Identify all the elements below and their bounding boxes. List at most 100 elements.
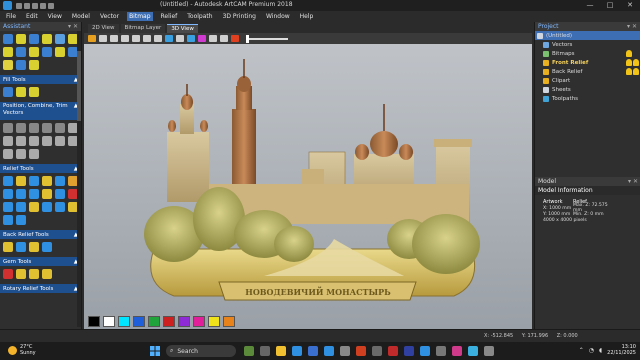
offset-vector-icon[interactable] [29, 47, 39, 57]
windows-start-icon[interactable] [150, 346, 160, 356]
save-icon[interactable] [32, 2, 38, 9]
node-edit-icon[interactable] [42, 47, 52, 57]
weld-icon[interactable] [29, 136, 39, 146]
assistant-scrollbar[interactable] [77, 31, 81, 327]
gem-tools-section[interactable]: Gem Tools ▲ [0, 257, 81, 266]
material-icon[interactable] [220, 35, 228, 42]
two-rail-sweep-icon[interactable] [55, 176, 65, 186]
weave-fill-icon[interactable] [29, 87, 39, 97]
panel-pin-icon[interactable]: ▾ ✕ [628, 178, 638, 185]
back-relief-icon[interactable] [3, 242, 13, 252]
close-button[interactable]: ✕ [620, 0, 640, 11]
scrollbar-thumb[interactable] [77, 51, 81, 121]
copy-back-icon[interactable] [16, 242, 26, 252]
mirror-icon[interactable] [42, 123, 52, 133]
scale-relief-icon[interactable] [29, 189, 39, 199]
slider-knob[interactable] [246, 34, 249, 43]
shade-icon[interactable] [165, 35, 173, 42]
create-polyline-icon[interactable] [3, 34, 13, 44]
app-icon[interactable] [372, 346, 382, 356]
relief-layers-icon[interactable] [42, 202, 52, 212]
tree-item-back-relief[interactable]: Back Relief [535, 67, 640, 76]
iso-view-icon[interactable] [110, 35, 118, 42]
tab-3d-view[interactable]: 3D View [167, 24, 198, 33]
move-icon[interactable] [3, 123, 13, 133]
menu-edit[interactable]: Edit [24, 12, 40, 21]
menu-help[interactable]: Help [298, 12, 316, 21]
menu-vector[interactable]: Vector [98, 12, 121, 21]
menu-file[interactable]: File [4, 12, 18, 21]
tree-item-vectors[interactable]: Vectors [535, 40, 640, 49]
app-icon[interactable] [484, 346, 494, 356]
tree-item-toolpaths[interactable]: Toolpaths [535, 94, 640, 103]
toolpath-preview-icon[interactable] [231, 35, 239, 42]
3d-viewport[interactable]: НОВОДЕВИЧИЙ МОНАСТЫРЬ [84, 44, 532, 329]
position-tools-section[interactable]: Position, Combine, Trim Vectors ▲ [0, 102, 81, 120]
artcam-icon[interactable] [420, 346, 430, 356]
offset-relief-icon[interactable] [16, 189, 26, 199]
redo-icon[interactable] [48, 2, 54, 9]
visibility-bulb-icon[interactable] [626, 50, 632, 57]
widgets-icon[interactable] [244, 346, 254, 356]
align-center-icon[interactable] [3, 136, 13, 146]
invert-relief-icon[interactable] [16, 202, 26, 212]
shape-editor-icon[interactable] [3, 176, 13, 186]
app-icon[interactable] [356, 346, 366, 356]
tree-item-untitled[interactable]: (Untitled) [535, 31, 640, 40]
gem-stack-icon[interactable] [42, 269, 52, 279]
scale-icon[interactable] [16, 123, 26, 133]
reset-relief-icon[interactable] [3, 215, 13, 225]
join-icon[interactable] [3, 149, 13, 159]
open-file-icon[interactable] [24, 2, 30, 9]
gem-setting-icon[interactable] [16, 269, 26, 279]
color-swatch[interactable] [133, 315, 145, 327]
top-view-icon[interactable] [121, 35, 129, 42]
subtract-icon[interactable] [55, 136, 65, 146]
create-ellipse-icon[interactable] [29, 34, 39, 44]
color-swatch[interactable] [148, 315, 160, 327]
color-swatch[interactable] [208, 315, 220, 327]
fill-tools-section[interactable]: Fill Tools ▲ [0, 75, 81, 84]
model-tab[interactable]: Model ▾ ✕ [535, 177, 640, 186]
fill-icon[interactable] [3, 87, 13, 97]
panel-pin-icon[interactable]: ▾ ✕ [68, 23, 78, 30]
color-swatch[interactable] [103, 315, 115, 327]
panel-pin-icon[interactable]: ▾ ✕ [627, 23, 637, 30]
wireframe-icon[interactable] [176, 35, 184, 42]
create-arc-icon[interactable] [42, 34, 52, 44]
clipart-relief-icon[interactable] [16, 215, 26, 225]
create-text-icon[interactable] [16, 47, 26, 57]
edge-icon[interactable] [292, 346, 302, 356]
create-rectangle-icon[interactable] [55, 34, 65, 44]
clock[interactable]: 13:10 22/11/2025 [607, 344, 636, 356]
render-icon[interactable] [88, 35, 96, 42]
menu-view[interactable]: View [46, 12, 64, 21]
menu-model[interactable]: Model [70, 12, 92, 21]
rotary-relief-tools-section[interactable]: Rotary Relief Tools ▲ [0, 284, 81, 293]
texture-relief-icon[interactable] [42, 189, 52, 199]
turn-icon[interactable] [42, 176, 52, 186]
menu-3d-printing[interactable]: 3D Printing [221, 12, 258, 21]
split-relief-icon[interactable] [55, 202, 65, 212]
menu-bitmap[interactable]: Bitmap [127, 12, 153, 21]
visibility-bulb-icon[interactable] [626, 68, 632, 75]
new-file-icon[interactable] [16, 2, 22, 9]
trim-icon[interactable] [42, 136, 52, 146]
taskbar-search[interactable]: ⌕ Search [166, 345, 236, 357]
tree-item-clipart[interactable]: Clipart [535, 76, 640, 85]
app-icon[interactable] [324, 346, 334, 356]
create-star-icon[interactable] [3, 47, 13, 57]
tab-bitmap-layer[interactable]: Bitmap Layer [120, 24, 166, 33]
pattern-fill-icon[interactable] [16, 87, 26, 97]
relief-tools-section[interactable]: Relief Tools ▲ [0, 164, 81, 173]
water-line-icon[interactable] [187, 35, 195, 42]
tree-item-sheets[interactable]: Sheets [535, 85, 640, 94]
sculpt-icon[interactable] [3, 189, 13, 199]
transparency-slider[interactable] [246, 34, 288, 43]
visibility-bulb-icon[interactable] [626, 59, 632, 66]
rotate-icon[interactable] [29, 123, 39, 133]
color-shade-icon[interactable] [198, 35, 206, 42]
paste-relief-icon[interactable] [29, 202, 39, 212]
weather-widget[interactable]: 27°C Sunny [8, 344, 36, 356]
task-view-icon[interactable] [260, 346, 270, 356]
